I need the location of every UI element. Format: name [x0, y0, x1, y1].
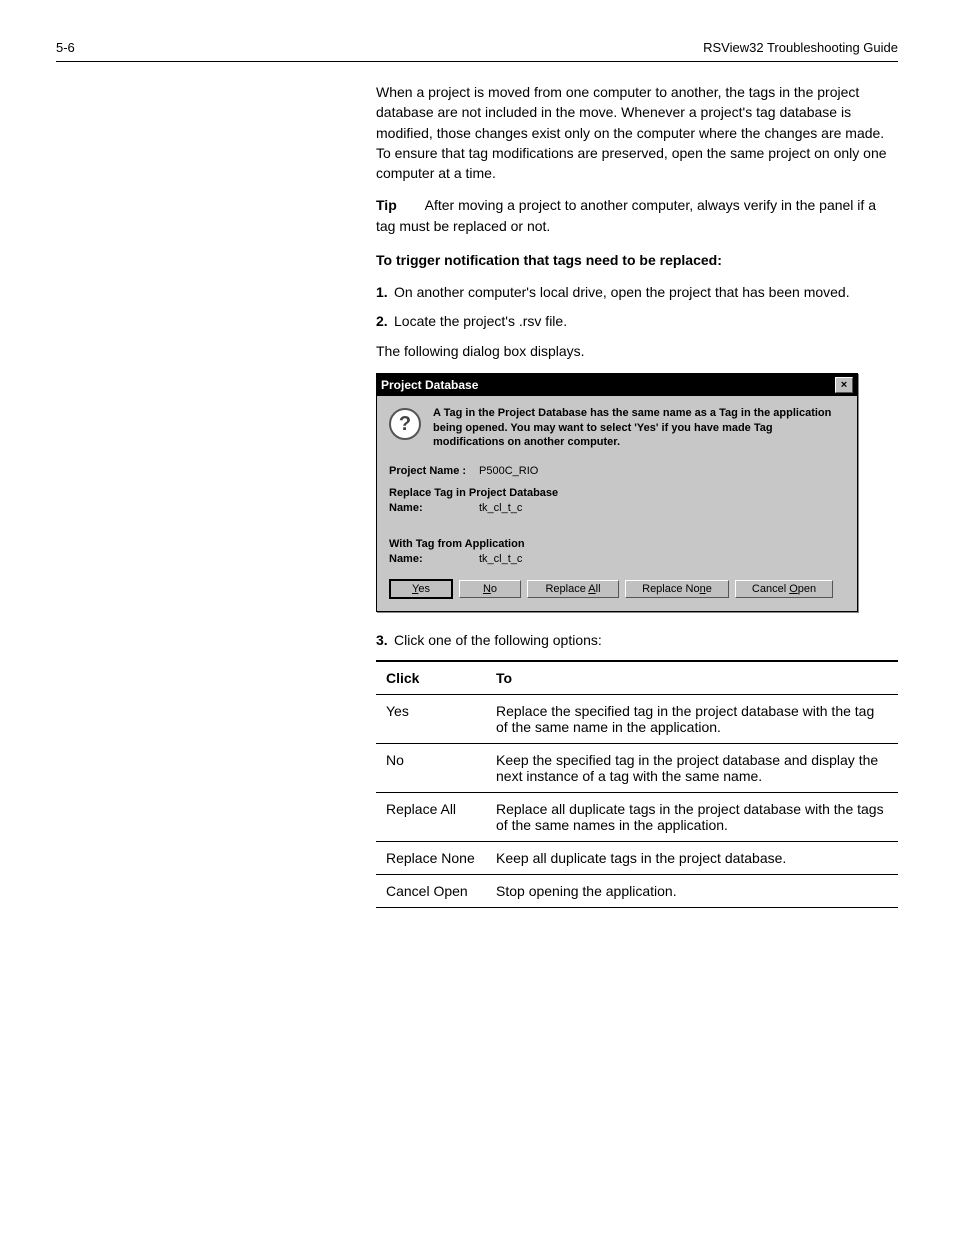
- step-number: 3.: [376, 630, 394, 650]
- cell-click: No: [376, 744, 486, 793]
- th-click: Click: [376, 661, 486, 695]
- no-button[interactable]: No: [459, 580, 521, 598]
- cell-to: Keep all duplicate tags in the project d…: [486, 842, 898, 875]
- step-text: Click one of the following options:: [394, 630, 898, 650]
- cell-to: Keep the specified tag in the project da…: [486, 744, 898, 793]
- cell-click: Replace All: [376, 793, 486, 842]
- dialog-message-row: ? A Tag in the Project Database has the …: [389, 406, 845, 449]
- page-number: 5-6: [56, 40, 75, 55]
- tip-label: Tip: [376, 197, 397, 213]
- replace-none-button[interactable]: Replace None: [625, 580, 729, 598]
- dialog-titlebar: Project Database ×: [377, 374, 857, 396]
- project-name-block: Project Name : P500C_RIO: [389, 465, 845, 477]
- table-row: Cancel Open Stop opening the application…: [376, 875, 898, 908]
- project-name-label: Project Name :: [389, 465, 479, 477]
- co-pre: Cancel: [752, 583, 789, 595]
- cell-to: Replace all duplicate tags in the projec…: [486, 793, 898, 842]
- steps-list: 1. On another computer's local drive, op…: [376, 282, 898, 331]
- step-2: 2. Locate the project's .rsv file.: [376, 311, 898, 331]
- table-row: No Keep the specified tag in the project…: [376, 744, 898, 793]
- cell-to: Stop opening the application.: [486, 875, 898, 908]
- cell-click: Yes: [376, 695, 486, 744]
- tag-name-1: tk_cl_t_c: [479, 502, 522, 514]
- tip-text: After moving a project to another comput…: [376, 197, 876, 233]
- name-label-2: Name:: [389, 553, 479, 565]
- yes-button-rest: es: [418, 583, 430, 595]
- step-text: Locate the project's .rsv file.: [394, 311, 898, 331]
- dialog-intro: The following dialog box displays.: [376, 341, 898, 361]
- cancel-open-button[interactable]: Cancel Open: [735, 580, 833, 598]
- steps-list-cont: 3. Click one of the following options:: [376, 630, 898, 650]
- tag-name-2: tk_cl_t_c: [479, 553, 522, 565]
- intro-paragraph: When a project is moved from one compute…: [376, 82, 898, 183]
- with-block: With Tag from Application Name: tk_cl_t_…: [389, 538, 845, 565]
- spacer: [389, 524, 845, 538]
- trigger-heading: To trigger notification that tags need t…: [376, 250, 898, 270]
- cell-click: Cancel Open: [376, 875, 486, 908]
- replace-all-button[interactable]: Replace All: [527, 580, 619, 598]
- table-row: Yes Replace the specified tag in the pro…: [376, 695, 898, 744]
- replace-heading: Replace Tag in Project Database: [389, 487, 845, 499]
- table-header-row: Click To: [376, 661, 898, 695]
- dialog-wrapper: Project Database × ? A Tag in the Projec…: [376, 373, 898, 612]
- question-icon: ?: [389, 408, 421, 440]
- name-label-1: Name:: [389, 502, 479, 514]
- co-post: pen: [798, 583, 816, 595]
- close-icon[interactable]: ×: [835, 377, 853, 393]
- cell-click: Replace None: [376, 842, 486, 875]
- step-number: 1.: [376, 282, 394, 302]
- with-heading: With Tag from Application: [389, 538, 845, 550]
- rn-pre: Replace No: [642, 583, 699, 595]
- page: 5-6 RSView32 Troubleshooting Guide When …: [0, 0, 954, 968]
- tip-block: Tip After moving a project to another co…: [376, 195, 898, 236]
- rn-post: e: [706, 583, 712, 595]
- table-row: Replace All Replace all duplicate tags i…: [376, 793, 898, 842]
- ra-post: ll: [596, 583, 601, 595]
- replace-block: Replace Tag in Project Database Name: tk…: [389, 487, 845, 514]
- dialog-button-row: Yes No Replace All Replace None Cancel O…: [389, 579, 845, 599]
- yes-button[interactable]: Yes: [389, 579, 453, 599]
- step-text: On another computer's local drive, open …: [394, 282, 898, 302]
- step-1: 1. On another computer's local drive, op…: [376, 282, 898, 302]
- no-button-rest: o: [491, 583, 497, 595]
- step-3: 3. Click one of the following options:: [376, 630, 898, 650]
- step-number: 2.: [376, 311, 394, 331]
- th-to: To: [486, 661, 898, 695]
- ra-pre: Replace: [545, 583, 588, 595]
- dialog-message: A Tag in the Project Database has the sa…: [433, 406, 845, 449]
- page-header: 5-6 RSView32 Troubleshooting Guide: [56, 40, 898, 62]
- dialog-title: Project Database: [381, 378, 478, 392]
- project-name-value: P500C_RIO: [479, 465, 538, 477]
- cell-to: Replace the specified tag in the project…: [486, 695, 898, 744]
- chapter-title: RSView32 Troubleshooting Guide: [703, 40, 898, 55]
- table-row: Replace None Keep all duplicate tags in …: [376, 842, 898, 875]
- dialog-body: ? A Tag in the Project Database has the …: [377, 396, 857, 611]
- options-table: Click To Yes Replace the specified tag i…: [376, 660, 898, 908]
- dialog-box: Project Database × ? A Tag in the Projec…: [376, 373, 858, 612]
